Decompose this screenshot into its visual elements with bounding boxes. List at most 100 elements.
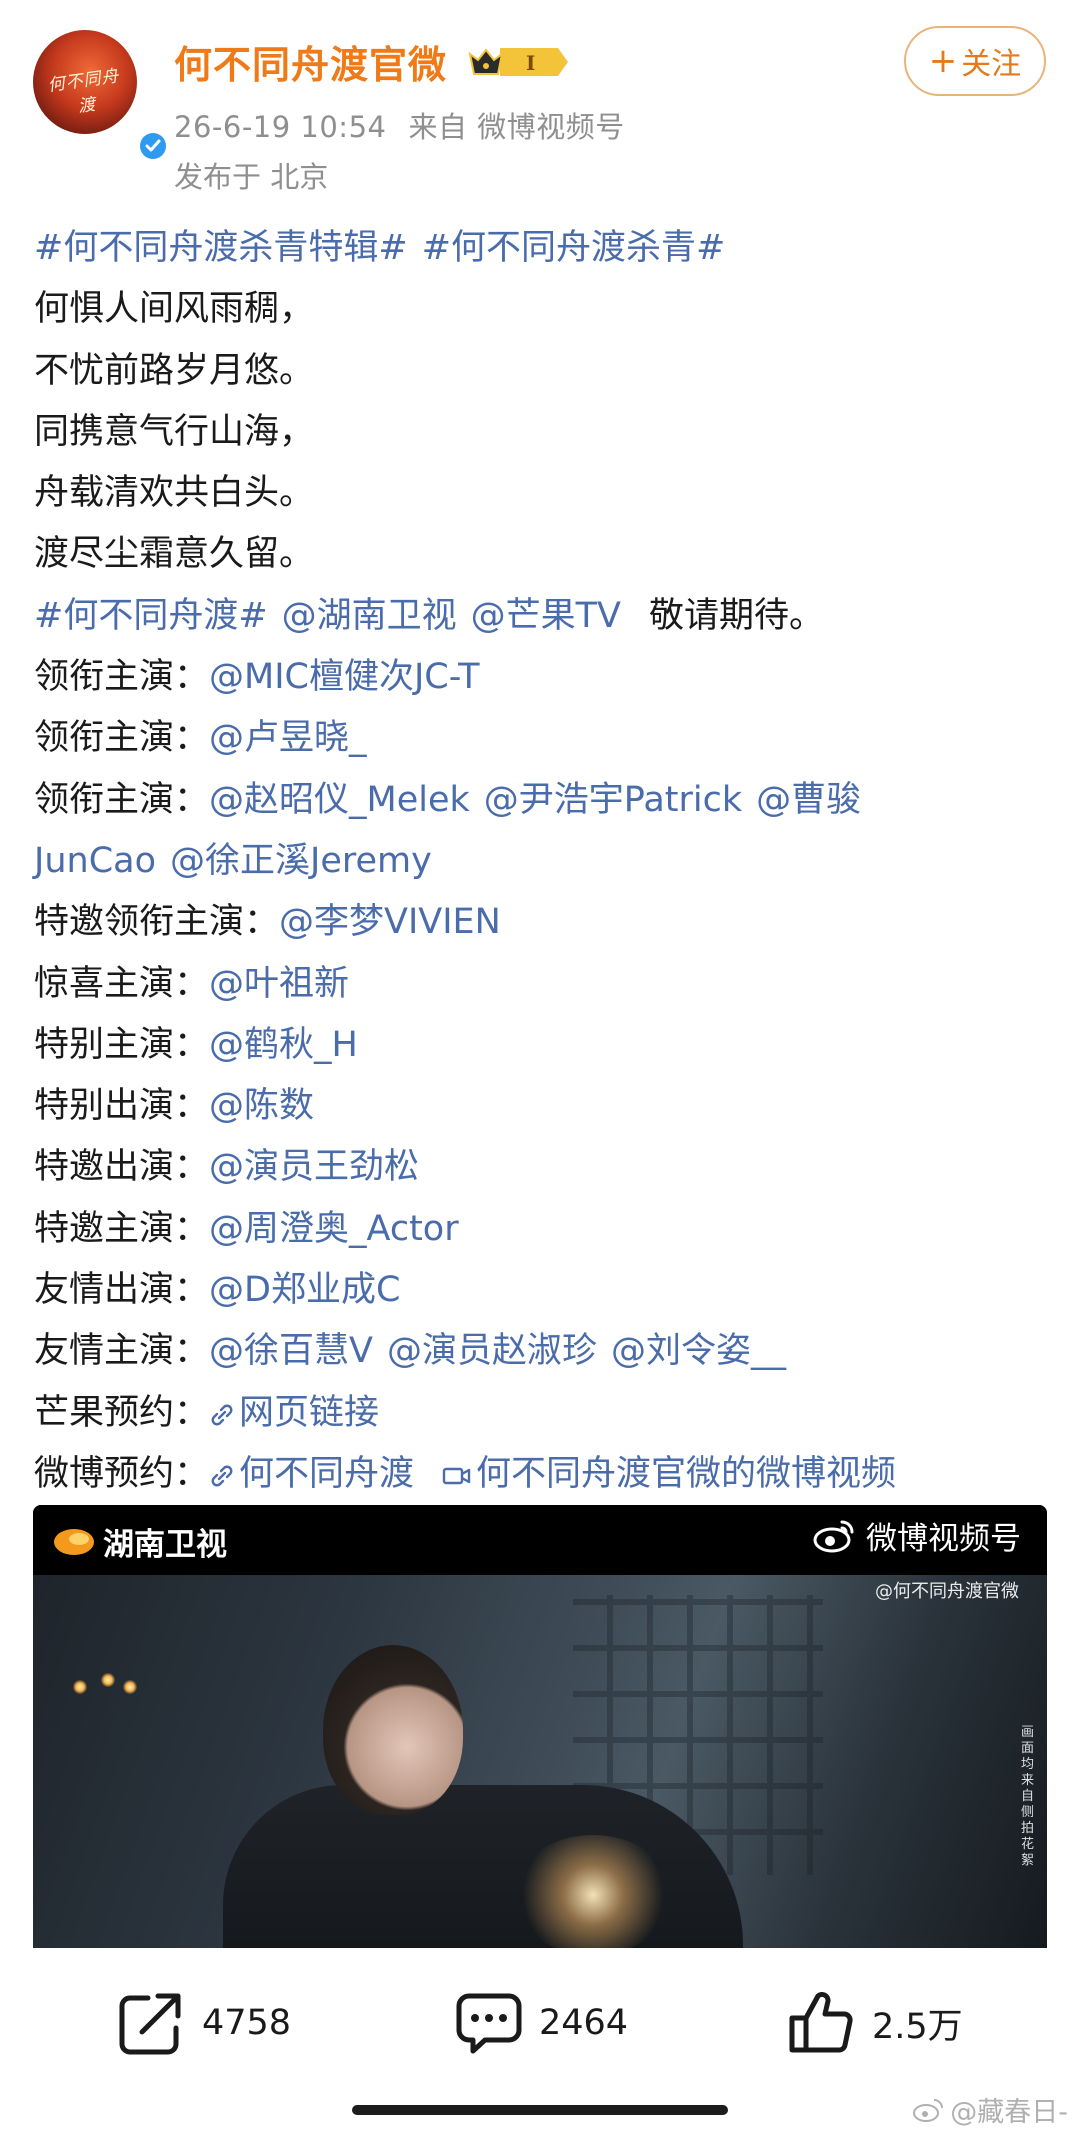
cast-line: 特邀主演：@周澄奥_Actor xyxy=(34,1199,1054,1260)
web-link[interactable]: 网页链接 xyxy=(209,1393,379,1433)
post-content: #何不同舟渡杀青特辑# #何不同舟渡杀青# 何惧人间风雨稠， 不忧前路岁月悠。 同… xyxy=(34,218,1054,1505)
web-link-label: 网页链接 xyxy=(239,1392,380,1433)
mention-link[interactable]: @湖南卫视 xyxy=(282,596,457,636)
reserve-link[interactable]: 何不同舟渡 xyxy=(209,1454,414,1494)
poem-line: 舟载清欢共白头。 xyxy=(34,473,315,514)
topic-tag[interactable]: #何不同舟渡杀青# xyxy=(422,228,726,268)
cast-line: 领衔主演：@MIC檀健次JC-T xyxy=(34,647,1054,708)
cast-line: 特别出演：@陈数 xyxy=(34,1076,1054,1137)
weibo-reserve-line: 微博预约： 何不同舟渡 何不同舟渡官微的微博视频 xyxy=(34,1444,1054,1505)
comment-button[interactable]: 2464 xyxy=(455,1990,628,2056)
author-name[interactable]: 何不同舟渡官微 xyxy=(174,34,447,89)
mention-link[interactable]: @刘令姿__ xyxy=(611,1331,786,1371)
follow-button[interactable]: + 关注 xyxy=(904,26,1046,96)
rank-badge-icon[interactable]: I xyxy=(466,42,570,82)
cast-line: 特别主演：@鹤秋_H xyxy=(34,1015,1054,1076)
mention-link[interactable]: @赵昭仪_Melek xyxy=(209,780,470,820)
home-indicator[interactable] xyxy=(352,2105,728,2115)
avatar[interactable]: 何不同舟渡 xyxy=(33,30,169,162)
avatar-logo-text: 何不同舟渡 xyxy=(46,66,121,118)
mention-link[interactable]: @卢昱晓_ xyxy=(209,718,367,758)
video-topbar: 湖南卫视 微博视频号 xyxy=(33,1505,1047,1575)
mention-link[interactable]: @演员王劲松 xyxy=(209,1147,419,1187)
mango-logo-icon xyxy=(54,1528,94,1555)
post-meta: 26-6-19 10:54 来自 微博视频号 xyxy=(174,104,625,146)
mention-link[interactable]: @曹骏 xyxy=(756,780,861,820)
post-header: 何不同舟渡 何不同舟渡官微 I 26-6-19 10:54 来自 微博视频号 发布… xyxy=(0,0,1080,200)
mention-link-continued[interactable]: JunCao xyxy=(34,841,156,881)
mention-link[interactable]: @D郑业成C xyxy=(209,1270,400,1310)
post-source[interactable]: 来自 微博视频号 xyxy=(408,110,624,144)
post-timestamp: 26-6-19 10:54 xyxy=(174,110,387,144)
topic-tag[interactable]: #何不同舟渡# xyxy=(34,596,268,636)
mention-link[interactable]: @陈数 xyxy=(209,1086,314,1126)
plus-icon: + xyxy=(928,41,958,81)
cast-line: JunCao @徐正溪Jeremy xyxy=(34,831,1054,892)
like-count: 2.5万 xyxy=(872,2006,963,2047)
comment-icon xyxy=(456,1993,522,2054)
mention-link[interactable]: @徐百慧V xyxy=(209,1331,373,1371)
thumbs-up-icon xyxy=(789,1992,853,2053)
reserve-label: 芒果预约： xyxy=(34,1392,210,1433)
like-button[interactable]: 2.5万 xyxy=(788,1990,963,2056)
cast-role: 领衔主演： xyxy=(34,779,210,820)
mention-link[interactable]: @演员赵淑珍 xyxy=(387,1331,597,1371)
verified-icon xyxy=(137,130,169,162)
cast-role: 特邀出演： xyxy=(34,1147,210,1188)
mango-reserve-line: 芒果预约： 网页链接 xyxy=(34,1383,1054,1444)
video-figure-body xyxy=(223,1785,743,1948)
cast-role: 特邀领衔主演： xyxy=(34,902,280,943)
repost-count: 4758 xyxy=(202,2003,292,2043)
cast-line: 领衔主演：@卢昱晓_ xyxy=(34,708,1054,769)
topic-tag[interactable]: #何不同舟渡杀青特辑# xyxy=(34,228,408,268)
repost-icon xyxy=(119,1993,181,2055)
mention-link[interactable]: @徐正溪Jeremy xyxy=(170,841,432,881)
poem-line: 同携意气行山海， xyxy=(34,411,315,452)
action-bar: 4758 2464 2.5万 xyxy=(0,1950,1080,2090)
mention-link[interactable]: @芒果TV xyxy=(471,596,621,636)
video-handle: @何不同舟渡官微 xyxy=(875,1581,1019,1602)
cast-line: 特邀出演：@演员王劲松 xyxy=(34,1137,1054,1198)
follow-label: 关注 xyxy=(961,47,1022,82)
weibo-icon xyxy=(813,1520,854,1552)
cast-role: 友情出演： xyxy=(34,1270,210,1311)
poem-line: 不忧前路岁月悠。 xyxy=(34,350,315,391)
tags-line: #何不同舟渡杀青特辑# #何不同舟渡杀青# xyxy=(34,218,1054,279)
mention-link[interactable]: @尹浩宇Patrick xyxy=(484,780,742,820)
lamp-glow xyxy=(513,1835,673,1948)
video-side-note: 画面均来自侧拍花絮 xyxy=(1021,1725,1035,1868)
mention-link[interactable]: @MIC檀健次JC-T xyxy=(209,657,480,697)
cast-role: 特邀主演： xyxy=(34,1208,210,1249)
video-figure-head xyxy=(323,1645,463,1815)
weibo-video-logo: 微博视频号 xyxy=(812,1513,1021,1558)
cast-role: 特别出演： xyxy=(34,1086,210,1127)
cast-line: 领衔主演：@赵昭仪_Melek @尹浩宇Patrick @曹骏 xyxy=(34,770,1054,831)
rank-level: I xyxy=(526,51,535,75)
cast-line: 惊喜主演：@叶祖新 xyxy=(34,954,1054,1015)
video-player[interactable]: 湖南卫视 微博视频号 @何不同舟渡官微 画面均来自侧拍花絮 xyxy=(33,1505,1047,1948)
mention-link[interactable]: @李梦VIVIEN xyxy=(279,902,501,942)
candle-light xyxy=(101,1673,115,1687)
watermark-text: @藏春日- xyxy=(950,2097,1068,2128)
cast-role: 友情主演： xyxy=(34,1331,210,1372)
weibo-video-label: 微博视频号 xyxy=(866,1521,1021,1557)
cast-role: 特别主演： xyxy=(34,1024,210,1065)
mention-link[interactable]: @鹤秋_H xyxy=(209,1025,358,1065)
promo-line: #何不同舟渡# @湖南卫视 @芒果TV 敬请期待。 xyxy=(34,586,1054,647)
video-link[interactable]: 何不同舟渡官微的微博视频 xyxy=(442,1454,896,1494)
cast-role: 领衔主演： xyxy=(34,718,210,759)
mention-link[interactable]: @周澄奥_Actor xyxy=(209,1209,459,1249)
cast-line: 友情出演：@D郑业成C xyxy=(34,1260,1054,1321)
cast-line: 特邀领衔主演：@李梦VIVIEN xyxy=(34,892,1054,953)
candle-light xyxy=(123,1680,137,1694)
poem-line: 渡尽尘霜意久留。 xyxy=(34,534,315,575)
watermark: @藏春日- xyxy=(912,2090,1068,2129)
reserve-link-label: 何不同舟渡 xyxy=(239,1453,415,1494)
link-icon xyxy=(211,1465,233,1487)
repost-button[interactable]: 4758 xyxy=(118,1990,291,2056)
link-icon xyxy=(211,1404,233,1426)
mention-link[interactable]: @叶祖新 xyxy=(209,964,349,1004)
video-camera-icon xyxy=(442,1467,471,1485)
cast-line: 友情主演：@徐百慧V @演员赵淑珍 @刘令姿__ xyxy=(34,1321,1054,1382)
weibo-watermark-icon xyxy=(913,2098,944,2122)
